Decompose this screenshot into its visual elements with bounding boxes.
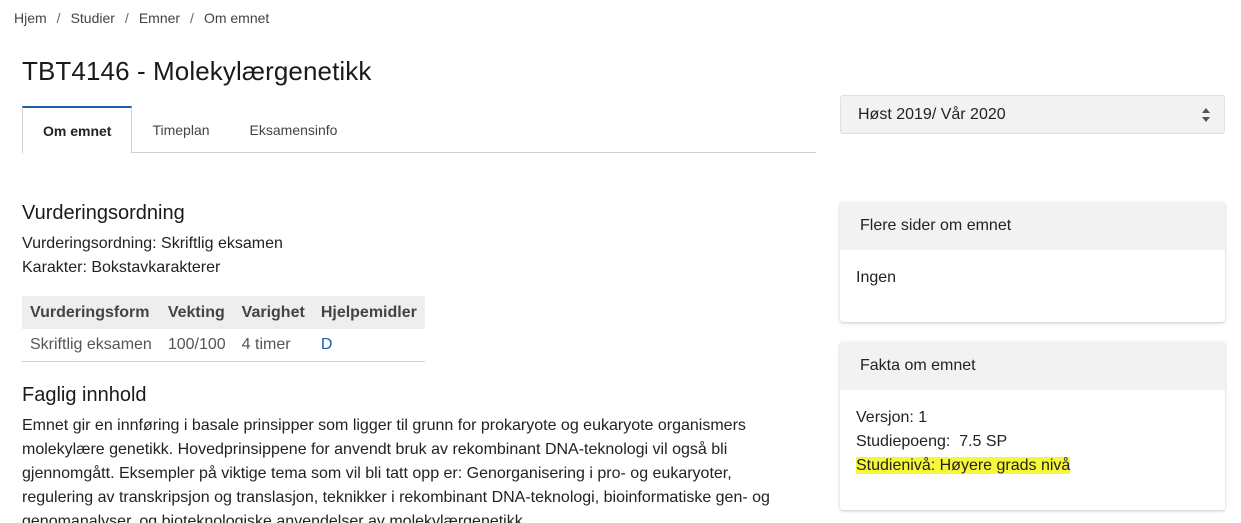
tab-bar: Om emnet Timeplan Eksamensinfo bbox=[22, 106, 816, 154]
card-body: Ingen bbox=[840, 250, 1225, 306]
assessment-type: Vurderingsordning: Skriftlig eksamen bbox=[22, 235, 283, 252]
breadcrumb-separator: / bbox=[124, 10, 129, 26]
column-header: Hjelpemidler bbox=[312, 296, 425, 329]
paragraph-line: genomanalyser, og bioteknologiske anvend… bbox=[22, 513, 528, 523]
assessment-table: Vurderingsform Vekting Varighet Hjelpemi… bbox=[22, 296, 425, 362]
fact-version: Versjon: 1 bbox=[856, 409, 928, 426]
column-header: Vekting bbox=[159, 296, 234, 329]
page-title: TBT4146 - Molekylærgenetikk bbox=[22, 56, 372, 86]
select-arrows-icon bbox=[1202, 108, 1210, 122]
breadcrumb: Hjem / Studier / Emner / Om emnet bbox=[14, 10, 269, 26]
semester-select[interactable]: Høst 2019/ Vår 2020 bbox=[840, 95, 1225, 134]
grading-scale: Karakter: Bokstavkarakterer bbox=[22, 259, 221, 276]
breadcrumb-separator: / bbox=[56, 10, 61, 26]
breadcrumb-separator: / bbox=[190, 10, 194, 26]
column-header: Varighet bbox=[233, 296, 313, 329]
fact-study-level: Studienivå: Høyere grads nivå bbox=[856, 457, 1071, 474]
table-cell: 4 timer bbox=[233, 329, 313, 362]
semester-select-value: Høst 2019/ Vår 2020 bbox=[858, 105, 1006, 123]
tab-om-emnet[interactable]: Om emnet bbox=[22, 106, 133, 154]
card-body: Versjon: 1 Studiepoeng: 7.5 SP Studieniv… bbox=[840, 390, 1225, 494]
more-pages-card: Flere sider om emnet Ingen bbox=[840, 202, 1225, 322]
aids-link[interactable]: D bbox=[312, 329, 425, 362]
breadcrumb-studies[interactable]: Studier bbox=[71, 10, 115, 26]
tab-timeplan[interactable]: Timeplan bbox=[132, 106, 229, 153]
fact-credits: Studiepoeng: 7.5 SP bbox=[856, 433, 1008, 450]
more-pages-value: Ingen bbox=[856, 269, 897, 286]
breadcrumb-current: Om emnet bbox=[203, 10, 270, 26]
paragraph-line: Emnet gir en innføring i basale prinsipp… bbox=[22, 417, 746, 434]
paragraph-line: molekylære genetikk. Hovedprinsippene fo… bbox=[22, 441, 728, 458]
content-heading: Faglig innhold bbox=[22, 384, 147, 406]
tab-eksamensinfo[interactable]: Eksamensinfo bbox=[230, 106, 358, 153]
content-paragraph: Emnet gir en innføring i basale prinsipp… bbox=[22, 414, 822, 523]
paragraph-line: regulering av transkripsjon og translasj… bbox=[22, 489, 770, 506]
table-cell: 100/100 bbox=[159, 329, 234, 362]
card-header: Flere sider om emnet bbox=[840, 202, 1225, 250]
breadcrumb-courses[interactable]: Emner bbox=[139, 10, 180, 26]
card-header: Fakta om emnet bbox=[840, 342, 1225, 390]
assessment-heading: Vurderingsordning bbox=[22, 202, 185, 224]
column-header: Vurderingsform bbox=[22, 296, 160, 329]
breadcrumb-home[interactable]: Hjem bbox=[14, 10, 47, 26]
paragraph-line: gjennomgått. Eksempler på viktige tema s… bbox=[22, 465, 732, 482]
table-header-row: Vurderingsform Vekting Varighet Hjelpemi… bbox=[22, 296, 425, 329]
course-page: Hjem / Studier / Emner / Om emnet TBT414… bbox=[0, 0, 1241, 523]
facts-card: Fakta om emnet Versjon: 1 Studiepoeng: 7… bbox=[840, 342, 1225, 510]
table-cell: Skriftlig eksamen bbox=[22, 329, 160, 362]
table-row: Skriftlig eksamen 100/100 4 timer D bbox=[22, 329, 425, 362]
